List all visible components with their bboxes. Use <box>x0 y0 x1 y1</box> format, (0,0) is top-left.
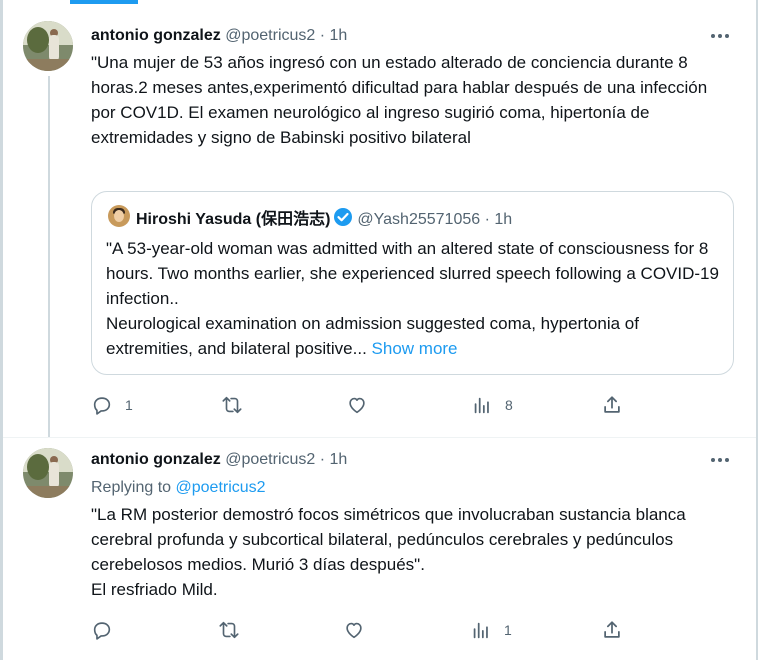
share-icon <box>604 621 620 638</box>
share-button[interactable] <box>601 393 623 417</box>
like-button[interactable] <box>346 393 368 417</box>
tweet-1[interactable]: antonio gonzalez @poetricus2 · 1h "Una m… <box>3 0 756 440</box>
quoted-tweet[interactable]: Hiroshi Yasuda (保田浩志) @Yash25571056 · 1h … <box>91 191 734 375</box>
views-count: 8 <box>505 397 513 413</box>
replying-handle[interactable]: @poetricus2 <box>176 479 266 496</box>
quoted-author-handle[interactable]: @Yash25571056 <box>357 211 480 228</box>
tweet-text: "La RM posterior demostró focos simétric… <box>91 505 686 599</box>
replying-to: Replying to @poetricus2 <box>91 478 266 498</box>
tweet-time[interactable]: 1h <box>330 451 348 468</box>
quoted-text: "A 53-year-old woman was admitted with a… <box>106 236 724 361</box>
views-button[interactable]: 1 <box>470 618 512 642</box>
views-button[interactable]: 8 <box>471 393 513 417</box>
author-name[interactable]: antonio gonzalez <box>91 27 221 44</box>
quoted-avatar[interactable] <box>108 205 130 227</box>
tweet-header: antonio gonzalez @poetricus2 · 1h <box>91 450 347 470</box>
thread-line <box>48 76 50 438</box>
reply-button[interactable] <box>91 618 113 642</box>
more-icon[interactable] <box>710 26 730 46</box>
views-count: 1 <box>504 622 512 638</box>
separator-dot: · <box>319 451 326 468</box>
avatar[interactable] <box>23 448 73 498</box>
reply-count: 1 <box>125 397 133 413</box>
separator-dot: · <box>484 211 490 228</box>
retweet-button[interactable] <box>221 393 243 417</box>
reply-icon <box>93 397 111 415</box>
retweet-icon <box>219 621 239 639</box>
share-icon <box>604 396 620 413</box>
author-handle[interactable]: @poetricus2 <box>225 27 315 44</box>
reply-icon <box>93 622 111 640</box>
tweet-time[interactable]: 1h <box>330 27 348 44</box>
tweet-header: antonio gonzalez @poetricus2 · 1h <box>91 26 347 46</box>
views-icon <box>474 397 489 414</box>
more-icon[interactable] <box>710 450 730 470</box>
separator-dot: · <box>319 27 326 44</box>
like-icon <box>349 397 365 414</box>
like-button[interactable] <box>343 618 365 642</box>
quoted-time[interactable]: 1h <box>494 211 512 228</box>
tweet-2[interactable]: antonio gonzalez @poetricus2 · 1h Replyi… <box>3 438 756 660</box>
share-button[interactable] <box>601 618 623 642</box>
retweet-button[interactable] <box>218 618 240 642</box>
quoted-header: Hiroshi Yasuda (保田浩志) @Yash25571056 · 1h <box>136 207 512 230</box>
quoted-author-name[interactable]: Hiroshi Yasuda (保田浩志) <box>136 211 330 228</box>
tweet-actions: 1 <box>91 618 731 642</box>
show-more-link[interactable]: Show more <box>372 339 458 358</box>
author-name[interactable]: antonio gonzalez <box>91 451 221 468</box>
like-icon <box>346 622 362 639</box>
views-icon <box>473 622 488 639</box>
author-handle[interactable]: @poetricus2 <box>225 451 315 468</box>
tweet-text: "Una mujer de 53 años ingresó con un est… <box>91 53 708 147</box>
avatar[interactable] <box>23 21 73 71</box>
tweet-actions: 1 8 <box>91 393 731 417</box>
reply-button[interactable]: 1 <box>91 393 133 417</box>
replying-prefix: Replying to <box>91 479 172 496</box>
verified-icon <box>334 208 353 226</box>
retweet-icon <box>222 396 242 414</box>
